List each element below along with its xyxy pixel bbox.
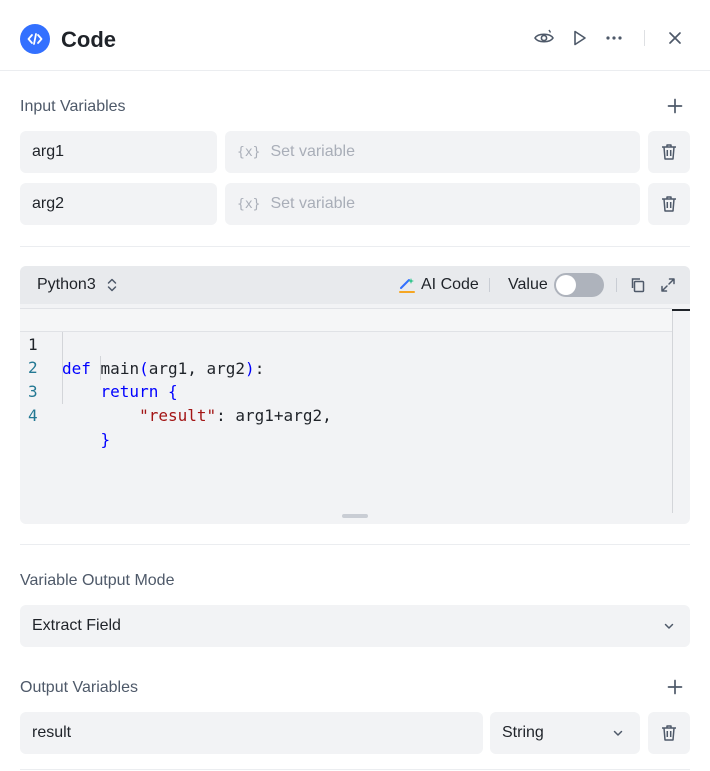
panel-header: Code [0,0,710,71]
sort-chevron-icon [107,278,116,292]
set-variable-placeholder: Set variable [270,195,355,212]
output-variables-label: Output Variables [20,679,138,696]
scrollbar-marker [672,309,690,311]
indent-guide [100,356,101,380]
toolbar-divider [489,278,490,292]
trash-icon [662,196,676,212]
toggle-knob [556,275,576,295]
add-output-variable-button[interactable] [665,677,685,697]
trash-icon [662,725,676,741]
input-variable-name-field[interactable]: arg2 [20,183,217,225]
indent-guide [62,332,63,404]
expand-icon[interactable] [658,275,678,295]
section-divider [20,246,690,247]
trash-icon [662,144,676,160]
copy-icon[interactable] [628,275,648,295]
delete-input-variable-button[interactable] [648,183,690,225]
delete-input-variable-button[interactable] [648,131,690,173]
chevron-down-icon [662,619,676,633]
chevron-down-icon [611,726,625,740]
language-select[interactable]: Python3 [37,276,119,294]
editor-resize-handle[interactable] [342,514,368,518]
play-icon[interactable] [568,27,590,49]
output-variable-name-field[interactable]: result [20,712,483,754]
header-divider [644,30,645,46]
value-toggle[interactable] [554,273,604,297]
code-line: 4 } [28,406,111,449]
eye-icon[interactable] [533,27,555,49]
variable-tag-icon: {x} [237,144,261,160]
code-toolbar: Python3 AI Code Value [20,266,690,304]
page-title: Code [61,27,116,52]
ai-code-label: AI Code [421,276,479,293]
input-variables-label: Input Variables [20,98,126,115]
code-line: 1 def main(arg1, arg2): [20,308,672,378]
line-number: 4 [28,406,38,425]
toolbar-divider [616,278,617,292]
section-divider [20,544,690,545]
code-editor: Python3 AI Code Value 1 def main(arg1, a… [20,266,690,524]
language-label: Python3 [37,276,96,293]
ai-sparkle-icon [399,278,415,293]
variable-tag-icon: {x} [237,196,261,212]
close-icon[interactable] [664,27,686,49]
vertical-scrollbar[interactable] [672,309,673,513]
output-variable-type-select[interactable]: String [490,712,640,754]
more-icon[interactable] [603,27,625,49]
section-divider [20,769,690,770]
input-variable-value-field[interactable]: {x} Set variable [225,183,640,225]
code-line: 3 "result": arg1+arg2, [28,382,332,425]
set-variable-placeholder: Set variable [270,143,355,160]
value-label: Value [508,276,548,293]
output-mode-select[interactable]: Extract Field [20,605,690,647]
code-line: 2 return { [28,358,178,401]
code-icon [20,24,50,54]
code-text-area[interactable]: 1 def main(arg1, arg2): 2 return { 3 "re… [20,304,690,524]
output-variable-type-value: String [502,724,544,741]
input-variable-name-field[interactable]: arg1 [20,131,217,173]
input-variable-value-field[interactable]: {x} Set variable [225,131,640,173]
add-input-variable-button[interactable] [665,96,685,116]
delete-output-variable-button[interactable] [648,712,690,754]
output-mode-value: Extract Field [32,617,121,634]
ai-code-button[interactable]: AI Code [398,276,479,294]
output-mode-label: Variable Output Mode [20,572,175,589]
